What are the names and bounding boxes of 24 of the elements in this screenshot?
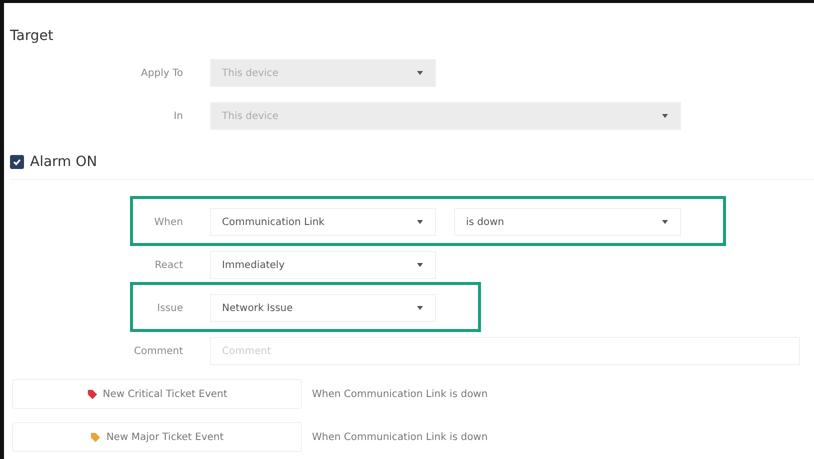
event-description: When Communication Link is down (312, 432, 488, 442)
field-label: In (172, 110, 184, 122)
event-button[interactable]: New Critical Ticket Event (12, 379, 302, 409)
event-button[interactable]: New Major Ticket Event (12, 422, 302, 452)
caret-icon (417, 263, 423, 267)
checkbox-label: Alarm ON (30, 154, 98, 170)
dropdown[interactable]: is down (454, 208, 681, 236)
dropdown[interactable]: Immediately (210, 251, 436, 279)
field-label: When (153, 216, 184, 228)
caret-icon (662, 220, 668, 224)
checkbox[interactable] (10, 155, 24, 169)
field-label: Issue (156, 302, 184, 314)
event-description: When Communication Link is down (312, 388, 488, 400)
caret-icon (662, 114, 668, 118)
field-label: Comment (133, 346, 184, 356)
dropdown[interactable]: Network Issue (210, 294, 436, 322)
field-label: Apply To (140, 68, 184, 78)
section-title: Target (10, 27, 54, 45)
dropdown[interactable]: Communication Link (210, 208, 436, 236)
field-label: React (154, 260, 184, 270)
caret-icon (417, 220, 423, 224)
caret-icon (417, 71, 423, 75)
caret-icon (417, 306, 423, 310)
check-icon (12, 157, 22, 167)
